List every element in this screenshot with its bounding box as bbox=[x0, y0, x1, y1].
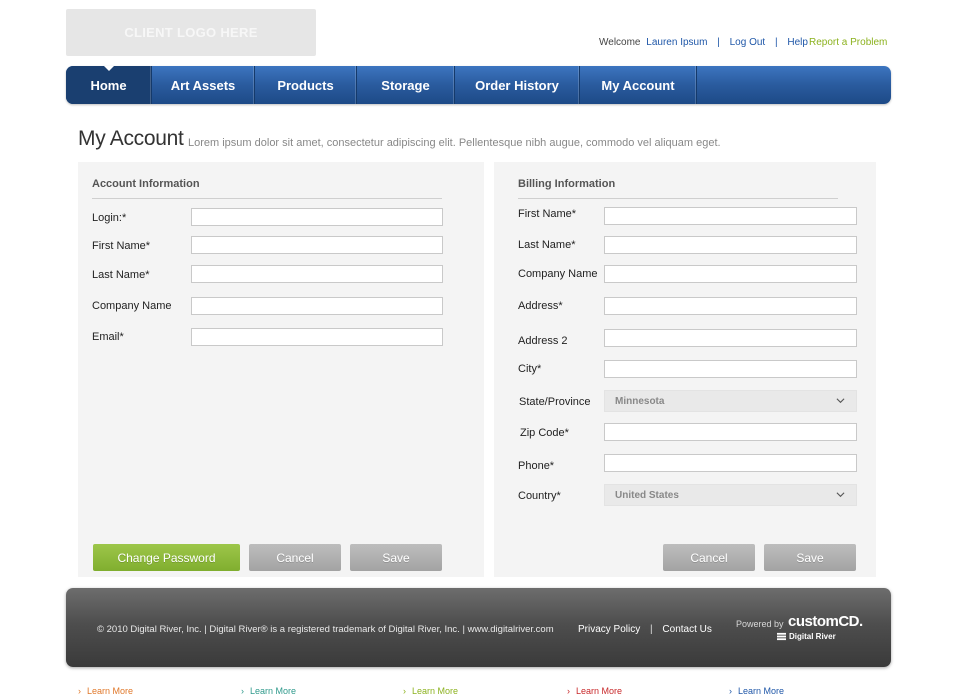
learn-more-label: Learn More bbox=[250, 686, 297, 696]
city-field[interactable] bbox=[604, 360, 857, 378]
divider bbox=[518, 198, 838, 199]
address2-label: Address 2 bbox=[518, 335, 568, 347]
address2-field[interactable] bbox=[604, 329, 857, 347]
digital-river-logo: Digital River bbox=[789, 632, 836, 641]
learn-more-link[interactable]: › Learn More bbox=[567, 686, 622, 696]
billing-first-name-field[interactable] bbox=[604, 207, 857, 225]
separator: | bbox=[774, 37, 778, 48]
billing-last-name-label: Last Name* bbox=[518, 239, 576, 251]
login-field[interactable] bbox=[191, 208, 443, 226]
company-name-field[interactable] bbox=[191, 297, 443, 315]
footer-links: Privacy Policy | Contact Us bbox=[578, 624, 712, 635]
copyright-text: © 2010 Digital River, Inc. | Digital Riv… bbox=[97, 624, 554, 635]
state-value: Minnesota bbox=[615, 395, 665, 407]
contact-us-link[interactable]: Contact Us bbox=[662, 624, 711, 635]
billing-first-name-label: First Name* bbox=[518, 208, 577, 220]
divider bbox=[92, 198, 442, 199]
tab-home[interactable]: Home bbox=[66, 66, 152, 104]
powered-by-text: Powered by bbox=[736, 619, 784, 629]
last-name-field[interactable] bbox=[191, 265, 443, 283]
learn-more-link[interactable]: › Learn More bbox=[78, 686, 133, 696]
tab-order-history[interactable]: Order History bbox=[455, 66, 580, 104]
tab-storage[interactable]: Storage bbox=[357, 66, 455, 104]
email-label: Email* bbox=[92, 331, 124, 343]
chevron-right-icon: › bbox=[567, 686, 570, 696]
user-links: Welcome Lauren Ipsum | Log Out | Help bbox=[599, 37, 808, 48]
digital-river-icon bbox=[777, 632, 786, 641]
billing-last-name-field[interactable] bbox=[604, 236, 857, 254]
chevron-down-icon bbox=[836, 398, 845, 404]
billing-company-field[interactable] bbox=[604, 265, 857, 283]
zip-label: Zip Code* bbox=[520, 427, 569, 439]
page-title: My Account bbox=[78, 127, 184, 150]
account-heading: Account Information bbox=[92, 178, 200, 190]
tab-art-assets[interactable]: Art Assets bbox=[152, 66, 255, 104]
page-subtitle: Lorem ipsum dolor sit amet, consectetur … bbox=[188, 137, 721, 149]
separator: | bbox=[717, 37, 720, 48]
first-name-label: First Name* bbox=[92, 240, 151, 252]
state-select[interactable]: Minnesota bbox=[604, 390, 857, 412]
welcome-text: Welcome bbox=[599, 37, 641, 48]
chevron-right-icon: › bbox=[403, 686, 406, 696]
company-name-label: Company Name bbox=[92, 300, 172, 312]
phone-field[interactable] bbox=[604, 454, 857, 472]
email-field[interactable] bbox=[191, 328, 443, 346]
account-cancel-button[interactable]: Cancel bbox=[249, 544, 341, 571]
report-problem-link[interactable]: Report a Problem bbox=[809, 37, 887, 48]
chevron-right-icon: › bbox=[78, 686, 81, 696]
user-name[interactable]: Lauren Ipsum bbox=[646, 37, 707, 48]
address-label: Address* bbox=[518, 300, 563, 312]
billing-company-label: Company Name bbox=[518, 268, 598, 280]
learn-more-label: Learn More bbox=[738, 686, 785, 696]
change-password-button[interactable]: Change Password bbox=[93, 544, 240, 571]
country-label: Country* bbox=[518, 490, 561, 502]
help-link[interactable]: Help bbox=[787, 37, 808, 48]
chevron-down-icon bbox=[836, 492, 845, 498]
chevron-right-icon: › bbox=[729, 686, 732, 696]
learn-more-label: Learn More bbox=[576, 686, 623, 696]
learn-more-label: Learn More bbox=[87, 686, 134, 696]
learn-more-link[interactable]: › Learn More bbox=[729, 686, 784, 696]
learn-more-link[interactable]: › Learn More bbox=[403, 686, 458, 696]
phone-label: Phone* bbox=[518, 460, 555, 472]
address-field[interactable] bbox=[604, 297, 857, 315]
tab-my-account[interactable]: My Account bbox=[580, 66, 697, 104]
login-label: Login:* bbox=[92, 212, 127, 224]
chevron-right-icon: › bbox=[241, 686, 244, 696]
city-label: City* bbox=[518, 363, 542, 375]
country-select[interactable]: United States bbox=[604, 484, 857, 506]
learn-more-link[interactable]: › Learn More bbox=[241, 686, 296, 696]
main-nav: Home Art Assets Products Storage Order H… bbox=[66, 66, 891, 104]
logout-link[interactable]: Log Out bbox=[730, 37, 766, 48]
account-save-button[interactable]: Save bbox=[350, 544, 442, 571]
country-value: United States bbox=[615, 489, 679, 501]
first-name-field[interactable] bbox=[191, 236, 443, 254]
privacy-policy-link[interactable]: Privacy Policy bbox=[578, 624, 640, 635]
learn-more-label: Learn More bbox=[412, 686, 459, 696]
billing-save-button[interactable]: Save bbox=[764, 544, 856, 571]
billing-heading: Billing Information bbox=[518, 178, 616, 190]
separator: | bbox=[650, 624, 653, 635]
last-name-label: Last Name* bbox=[92, 269, 150, 281]
billing-cancel-button[interactable]: Cancel bbox=[663, 544, 755, 571]
client-logo: CLIENT LOGO HERE bbox=[66, 9, 316, 56]
zip-field[interactable] bbox=[604, 423, 857, 441]
customcd-logo: customCD. bbox=[788, 613, 863, 630]
state-label: State/Province bbox=[519, 396, 591, 408]
tab-products[interactable]: Products bbox=[255, 66, 357, 104]
